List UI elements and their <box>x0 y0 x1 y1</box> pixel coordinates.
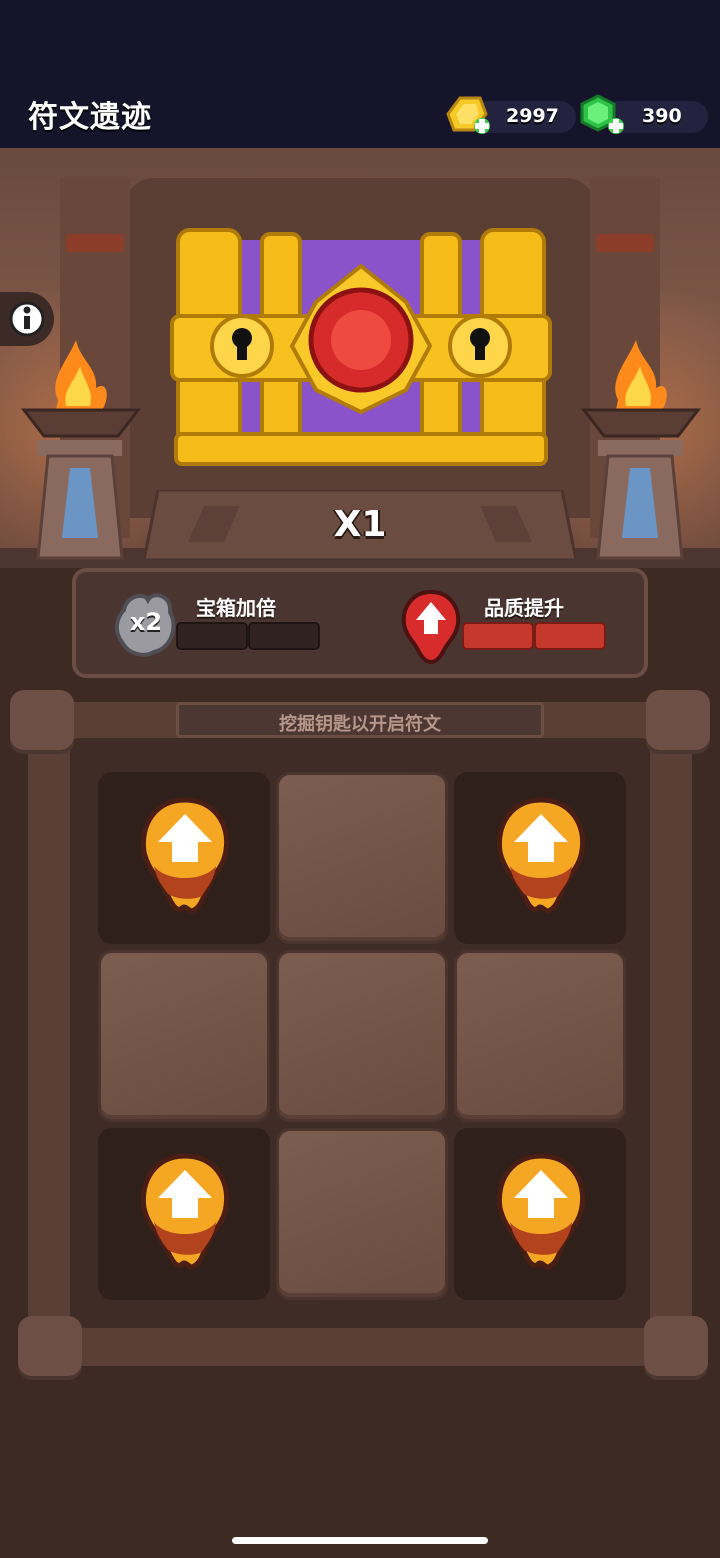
chest-multiplier: X1 <box>333 504 387 545</box>
board-corner <box>646 690 710 754</box>
hint-text: 挖掘钥匙以开启符文 <box>279 714 441 735</box>
treasure-chest-icon[interactable] <box>168 222 554 492</box>
dig-cell[interactable] <box>454 950 626 1122</box>
left-brazier-icon <box>20 340 142 560</box>
board-corner <box>10 690 74 754</box>
upgrade-arrow-icon <box>140 1153 230 1270</box>
upgrade-arrow-icon <box>140 797 230 914</box>
dig-cell[interactable] <box>276 1128 448 1300</box>
quality-up-progress-seg <box>534 622 606 650</box>
home-indicator[interactable] <box>232 1537 488 1544</box>
upgrade-arrow-icon <box>496 1153 586 1270</box>
info-button[interactable] <box>0 292 54 346</box>
quality-up-progress-seg <box>462 622 534 650</box>
board-corner <box>18 1316 82 1380</box>
quality-up-arrow-icon <box>401 589 461 664</box>
right-brazier-icon <box>580 340 702 560</box>
upgrade-arrow-icon <box>496 797 586 914</box>
chest-multiply-progress-seg <box>176 622 248 650</box>
page-title: 符文遗迹 <box>28 100 152 135</box>
chest-multiply-label: 宝箱加倍 <box>196 596 276 620</box>
chest-multiply-progress-seg <box>248 622 320 650</box>
gem-value: 390 <box>642 105 682 127</box>
gold-value: 2997 <box>506 105 559 127</box>
board-corner <box>644 1316 708 1380</box>
dig-cell[interactable] <box>276 772 448 944</box>
info-icon <box>9 301 45 337</box>
quality-up-label: 品质提升 <box>484 596 564 620</box>
dig-cell[interactable] <box>98 950 270 1122</box>
chest-multiply-badge: x2 <box>129 608 163 636</box>
gold-coin-icon <box>446 96 490 134</box>
dig-cell[interactable] <box>276 950 448 1122</box>
green-gem-icon <box>580 94 624 134</box>
